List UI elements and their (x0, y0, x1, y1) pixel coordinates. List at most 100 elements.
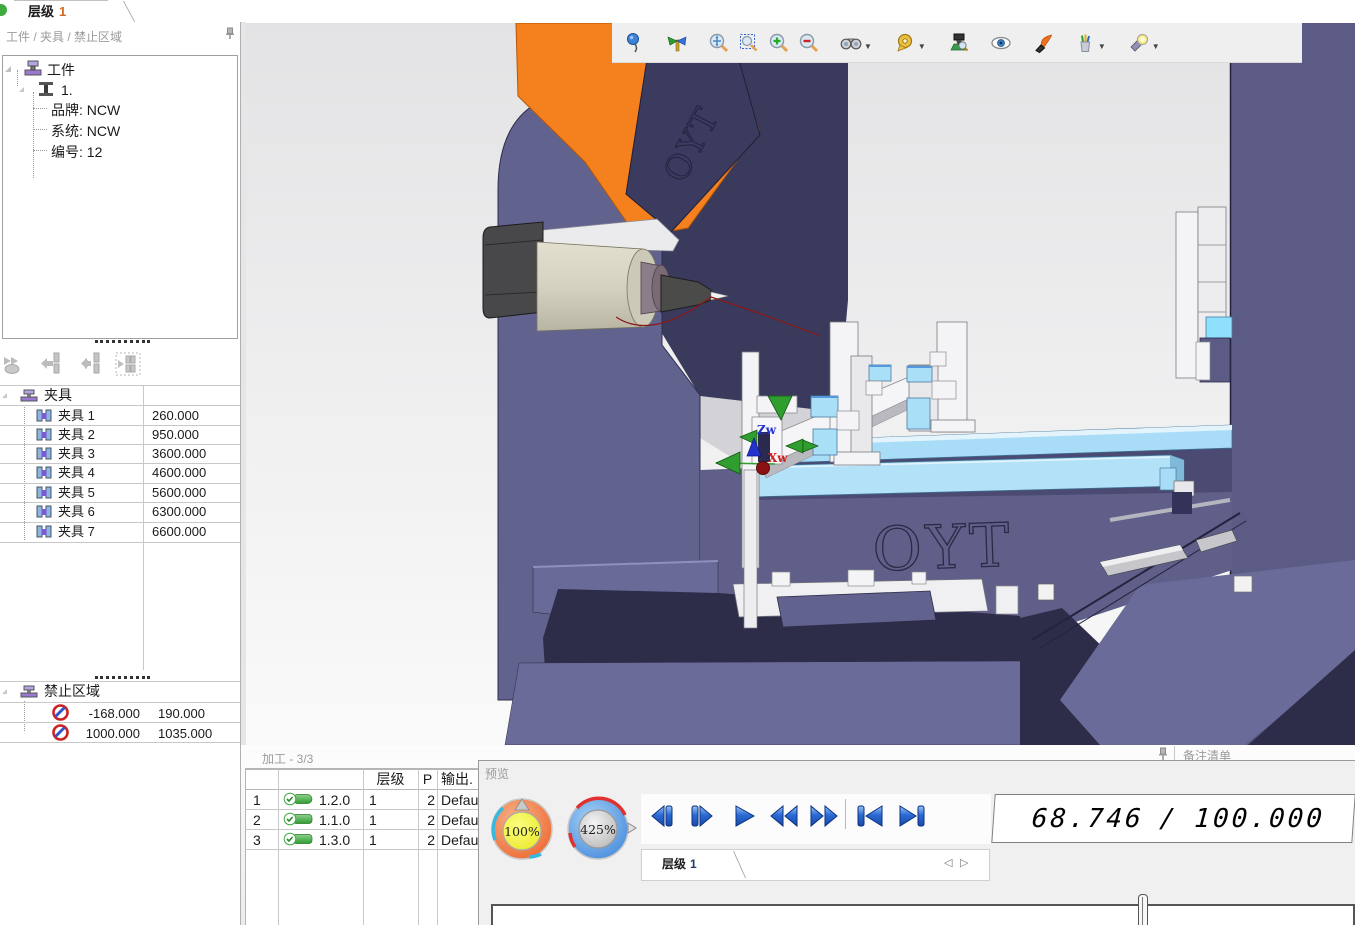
move-right-icon[interactable] (78, 351, 104, 377)
forbidden-title: 禁止区域 (44, 682, 100, 701)
col-header-p[interactable]: P (418, 770, 437, 789)
left-sidebar: 工件 / 夹具 / 禁止区域 工件 1. 品牌 (0, 22, 241, 925)
preview-tab-level-1[interactable]: 层级1 (654, 851, 722, 878)
view-toolbar: ▼ ▼ ▼ ▼ (612, 23, 1302, 63)
step-back-button[interactable] (645, 801, 679, 831)
machine-3d-viewport[interactable]: OYT OYT (246, 23, 1355, 745)
fixture-icon (36, 446, 52, 460)
pin-icon[interactable] (224, 27, 236, 40)
dropdown-arrow-icon[interactable]: ▼ (1152, 42, 1160, 51)
tab-level-1[interactable]: 层级1 (14, 0, 108, 23)
operation-status-icon (283, 832, 315, 846)
tree-item-workpiece[interactable]: 工件 (47, 60, 75, 80)
counter-total: 100.000 (1193, 804, 1326, 834)
machining-panel: 加工 - 3/3 层级 P 输出. 1 1.2.0 1 (245, 745, 478, 925)
orientation-axes-icon[interactable] (662, 28, 692, 58)
expander-icon[interactable] (5, 66, 11, 72)
zoom-window-icon[interactable] (734, 28, 764, 58)
tree-item-part[interactable]: 1. (61, 82, 73, 98)
splitter-handle[interactable] (95, 340, 150, 343)
expander-icon[interactable] (2, 393, 7, 398)
speed-dial[interactable]: 100% (489, 795, 555, 861)
workpiece-icon (23, 59, 43, 77)
tab-next-arrow[interactable]: ▷ (960, 856, 968, 869)
tree-guide (33, 129, 47, 130)
spindle-rear (483, 222, 543, 318)
go-end-button[interactable] (895, 801, 929, 831)
transfer-fixture-icon[interactable] (2, 351, 28, 377)
operation-status-icon (283, 812, 315, 826)
logo-base-text: OYT (872, 511, 1015, 586)
tree-item-system[interactable]: 系统: NCW (51, 121, 120, 141)
operation-status-icon (283, 792, 315, 806)
tree-guide (33, 150, 47, 151)
col-header-level[interactable]: 层级 (363, 770, 418, 789)
forbidden-table: 禁止区域 -168.000 190.000 1000.000 1035.000 (0, 681, 240, 743)
fixture-icon (36, 504, 52, 518)
col-header-output[interactable]: 输出. (441, 770, 473, 789)
expander-icon[interactable] (2, 689, 7, 694)
axis-x-label: Xw (768, 451, 788, 465)
expander-icon[interactable] (19, 87, 24, 92)
tree-item-brand[interactable]: 品牌: NCW (51, 100, 120, 120)
tab-prev-arrow[interactable]: ◁ (944, 856, 952, 869)
playback-separator (845, 799, 846, 829)
tab-label: 层级 (28, 4, 54, 19)
timeline-track[interactable] (491, 904, 1355, 925)
counter-separator: / (1159, 804, 1180, 834)
timeline-handle[interactable] (1138, 894, 1148, 925)
tape-measure-icon[interactable] (890, 28, 920, 58)
sidebar-header: 工件 / 夹具 / 禁止区域 (6, 28, 122, 45)
machining-table: 层级 P 输出. 1 1.2.0 1 2 Defau 2 (245, 768, 478, 925)
zoom-dial-value: 425% (580, 822, 616, 837)
go-start-button[interactable] (853, 801, 887, 831)
search-binoculars-icon[interactable] (836, 28, 866, 58)
pick-pin-icon[interactable] (620, 28, 650, 58)
zoom-dial[interactable]: 425% (565, 795, 641, 861)
fixture-toolbar (0, 348, 240, 380)
preview-window: 预览 100% 425% 68.746 (478, 760, 1355, 925)
visibility-eye-icon[interactable] (986, 28, 1016, 58)
annotation-pencils-icon[interactable] (1070, 28, 1100, 58)
splitter-handle[interactable] (95, 676, 150, 679)
zoom-dynamic-icon[interactable] (704, 28, 734, 58)
play-button[interactable] (727, 801, 761, 831)
fixtures-table: 夹具 夹具 1 260.000 夹具 2 950.000 (0, 385, 240, 670)
preview-title: 预览 (485, 765, 509, 782)
tool-inspect-icon[interactable] (944, 28, 974, 58)
flashlight-icon[interactable] (1124, 28, 1154, 58)
paint-brush-icon[interactable] (1028, 28, 1058, 58)
progress-counter: 68.746 / 100.000 (991, 794, 1355, 843)
tree-guide (33, 92, 34, 178)
move-left-icon[interactable] (40, 351, 66, 377)
rewind-button[interactable] (767, 801, 801, 831)
tab-edge (733, 851, 746, 878)
dial-step-arrow-icon (628, 823, 636, 833)
fast-forward-button[interactable] (807, 801, 841, 831)
pin-icon[interactable] (1157, 747, 1169, 761)
part-icon (37, 81, 55, 97)
paste-grid-icon[interactable] (114, 351, 142, 377)
machining-title: 加工 - 3/3 (262, 750, 313, 767)
dropdown-arrow-icon[interactable]: ▼ (1098, 42, 1106, 51)
fixture-icon (36, 427, 52, 441)
header-divider (1174, 746, 1175, 761)
preview-tab-strip: 层级1 ◁ ▷ (641, 849, 990, 881)
zoom-in-icon[interactable] (764, 28, 794, 58)
forbidden-group-icon (20, 684, 38, 699)
fixture-icon (36, 408, 52, 422)
fixture-icon (36, 465, 52, 479)
step-forward-button[interactable] (685, 801, 719, 831)
tree-item-number[interactable]: 编号: 12 (51, 142, 102, 162)
machine-3d-scene: OYT OYT (246, 23, 1355, 745)
tree-guide (17, 70, 18, 86)
fixtures-title: 夹具 (44, 386, 72, 405)
dropdown-arrow-icon[interactable]: ▼ (864, 42, 872, 51)
workpiece-tree: 工件 1. 品牌: NCW 系统: NCW 编号: 12 (2, 55, 238, 339)
fixture-icon (36, 485, 52, 499)
tree-guide (33, 108, 47, 109)
dropdown-arrow-icon[interactable]: ▼ (918, 42, 926, 51)
zoom-out-icon[interactable] (794, 28, 824, 58)
counter-current: 68.746 (1031, 804, 1145, 834)
app-window: 层级1 工件 / 夹具 / 禁止区域 工件 (0, 0, 1355, 925)
